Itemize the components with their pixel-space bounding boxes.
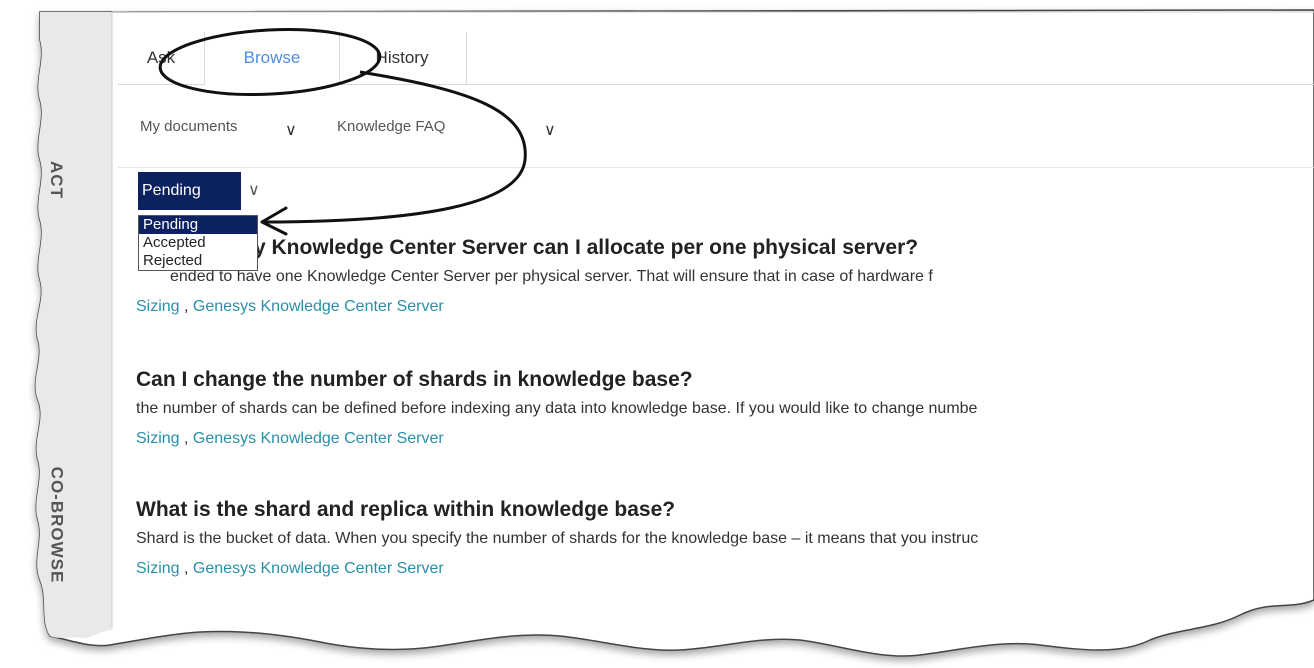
- tag-link[interactable]: Sizing: [136, 560, 180, 577]
- tag-link[interactable]: Genesys Knowledge Center Server: [193, 298, 444, 315]
- documents-filter[interactable]: My documents: [140, 118, 238, 135]
- article-item: Can I change the number of shards in kno…: [136, 368, 1314, 452]
- knowledge-base-filter[interactable]: Knowledge FAQ: [337, 118, 445, 135]
- tag-link[interactable]: Genesys Knowledge Center Server: [193, 430, 444, 447]
- article-title[interactable]: What is the shard and replica within kno…: [136, 498, 1314, 528]
- tag-link[interactable]: Sizing: [136, 298, 180, 315]
- status-select[interactable]: Pending: [138, 172, 241, 210]
- tag-link[interactable]: Genesys Knowledge Center Server: [193, 560, 444, 577]
- side-tab-cobrowse-label: CO-BROWSE: [47, 466, 67, 584]
- side-tab-contact-label: ACT: [47, 161, 67, 199]
- filter-divider: [118, 167, 1314, 168]
- article-title[interactable]: Can I change the number of shards in kno…: [136, 368, 1314, 398]
- chevron-down-icon[interactable]: ∨: [248, 180, 260, 200]
- tag-link[interactable]: Sizing: [136, 430, 180, 447]
- side-tab-contact[interactable]: ACT: [38, 150, 74, 210]
- chevron-down-icon[interactable]: ∨: [285, 120, 297, 140]
- article-item: y Knowledge Center Server can I allocate…: [136, 236, 1314, 320]
- status-option-accepted[interactable]: Accepted: [139, 234, 257, 252]
- article-snippet: the number of shards can be defined befo…: [136, 400, 978, 417]
- article-tags: Sizing , Genesys Knowledge Center Server: [136, 560, 444, 577]
- article-tags: Sizing , Genesys Knowledge Center Server: [136, 430, 444, 447]
- article-snippet: Shard is the bucket of data. When you sp…: [136, 530, 979, 547]
- article-title[interactable]: y Knowledge Center Server can I allocate…: [136, 236, 1314, 266]
- article-item: What is the shard and replica within kno…: [136, 498, 1314, 582]
- tab-ask[interactable]: Ask: [118, 32, 204, 84]
- tab-history[interactable]: History: [338, 32, 467, 84]
- status-dropdown-list: Pending Accepted Rejected: [138, 215, 258, 271]
- status-option-rejected[interactable]: Rejected: [139, 252, 257, 270]
- knowledge-center-app: ACT CO-BROWSE Ask Browse History My docu…: [0, 0, 1314, 668]
- side-tab-cobrowse[interactable]: CO-BROWSE: [38, 440, 74, 610]
- chevron-down-icon[interactable]: ∨: [544, 120, 556, 140]
- tab-browse[interactable]: Browse: [204, 32, 340, 85]
- status-option-pending[interactable]: Pending: [139, 216, 257, 234]
- article-tags: Sizing , Genesys Knowledge Center Server: [136, 298, 444, 315]
- article-snippet: ended to have one Knowledge Center Serve…: [170, 268, 933, 285]
- tab-bar: Ask Browse History: [118, 32, 1314, 85]
